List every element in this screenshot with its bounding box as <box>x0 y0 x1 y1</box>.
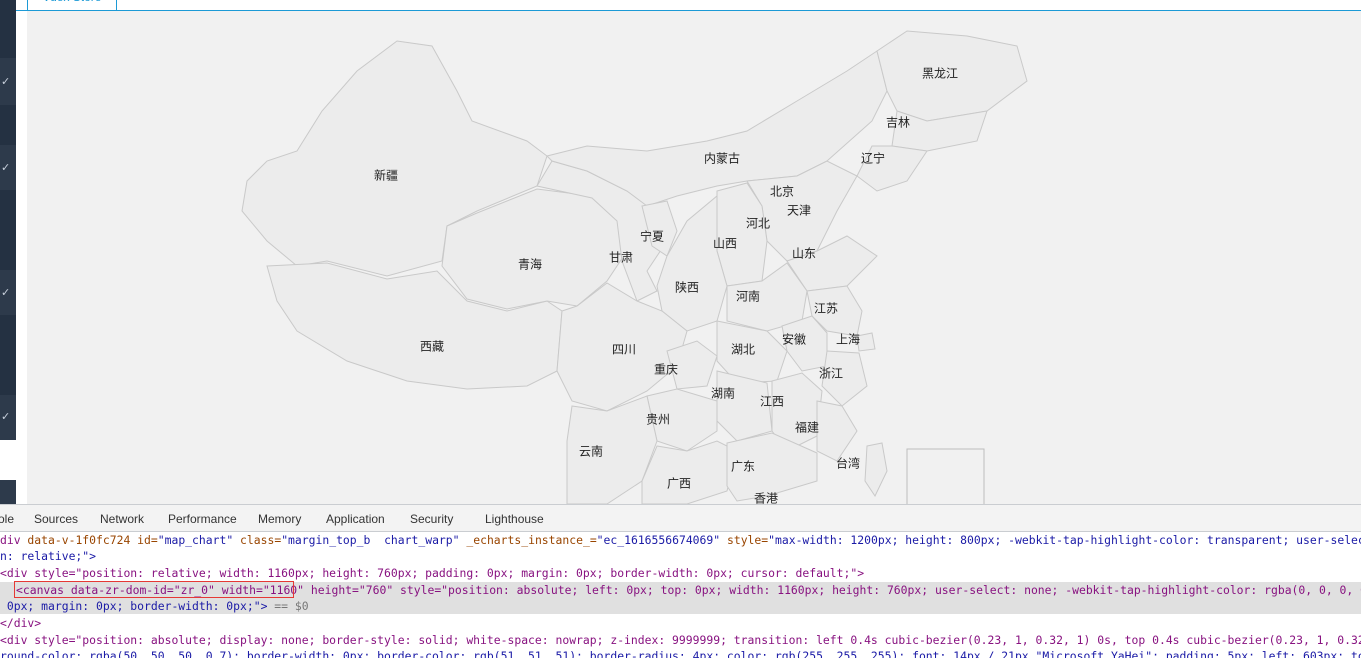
tab-performance[interactable]: Performance <box>168 512 237 526</box>
code-line[interactable]: </div> <box>0 615 41 631</box>
code-attr: style= <box>720 533 769 547</box>
province-label: 福建 <box>794 420 820 435</box>
code-line-selected[interactable]: 0px; margin: 0px; border-width: 0px;"> =… <box>0 598 1361 614</box>
check-icon: ✓ <box>1 411 11 423</box>
province-label: 北京 <box>769 184 795 199</box>
province-label: 湖北 <box>730 342 756 357</box>
code-attr: data-v-1f0fc724 <box>20 533 131 547</box>
page-tab-active[interactable]: Vuex Store <box>27 0 117 11</box>
tab-lighthouse[interactable]: Lighthouse <box>485 512 544 526</box>
code-value: "map_chart" <box>157 533 234 547</box>
province-label: 河北 <box>745 216 771 231</box>
province-label: 黑龙江 <box>921 66 959 81</box>
south-sea-inset <box>906 448 985 504</box>
province-label: 江苏 <box>813 301 839 316</box>
check-icon: ✓ <box>1 76 11 88</box>
province-fujian <box>816 400 858 462</box>
code-value: "max-width: 1200px; height: 800px; -webk… <box>768 533 1361 547</box>
province-label: 江西 <box>759 394 785 409</box>
province-label: 天津 <box>786 203 812 218</box>
province-label: 吉林 <box>885 115 911 130</box>
province-taiwan <box>864 442 888 498</box>
tab-security[interactable]: Security <box>410 512 453 526</box>
province-label: 广东 <box>730 459 756 474</box>
left-sidebar: ✓ ✓ ✓ ✓ <box>0 0 16 504</box>
code-value: "margin_top_b chart_warp" <box>281 533 460 547</box>
province-label: 陕西 <box>674 280 700 295</box>
code-line[interactable]: n: relative;"> <box>0 548 96 564</box>
code-dollar-ref: == $0 <box>267 599 309 613</box>
tab-memory[interactable]: Memory <box>258 512 301 526</box>
code-tag: div <box>0 533 21 547</box>
province-label: 安徽 <box>781 332 807 347</box>
sidebar-item[interactable] <box>0 315 16 395</box>
province-label: 山西 <box>712 236 738 251</box>
code-value: "ec_1616556674069" <box>596 533 721 547</box>
province-label: 山东 <box>791 246 817 261</box>
sidebar-item[interactable] <box>0 105 16 145</box>
province-label: 西藏 <box>419 339 445 354</box>
province-label: 湖南 <box>710 386 736 401</box>
province-label: 重庆 <box>653 362 679 377</box>
province-label: 台湾 <box>835 456 861 471</box>
code-attr: _echarts_instance_= <box>459 533 597 547</box>
annotation-highlight-box <box>14 581 294 598</box>
province-label: 四川 <box>611 342 637 357</box>
province-label: 广西 <box>666 476 692 491</box>
province-label: 甘肃 <box>608 250 634 265</box>
sidebar-item[interactable] <box>0 0 16 58</box>
tab-application[interactable]: Application <box>326 512 385 526</box>
province-label: 辽宁 <box>860 151 886 166</box>
sidebar-item[interactable] <box>0 190 16 270</box>
check-icon: ✓ <box>1 162 11 174</box>
province-label: 内蒙古 <box>703 151 741 166</box>
tab-console[interactable]: ole <box>0 512 14 526</box>
province-guangxi <box>641 440 738 504</box>
code-attr: id= <box>130 533 158 547</box>
page-tab-bar: Vuex Store <box>16 0 1361 11</box>
code-line[interactable]: div data-v-1f0fc724 id="map_chart" class… <box>0 532 1361 548</box>
code-line[interactable]: <div style="position: absolute; display:… <box>0 632 1361 648</box>
province-label: 新疆 <box>373 168 399 183</box>
code-attr: height="760" style="position: absolute; … <box>304 583 1361 597</box>
code-line[interactable]: <div style="position: relative; width: 1… <box>0 565 864 581</box>
province-label: 河南 <box>735 289 761 304</box>
province-label: 宁夏 <box>639 229 665 244</box>
china-map[interactable] <box>27 11 1361 504</box>
province-label: 云南 <box>578 444 604 459</box>
code-value: 0px; margin: 0px; border-width: 0px;"> <box>0 599 268 613</box>
check-icon: ✓ <box>1 287 11 299</box>
map-canvas[interactable] <box>27 11 1361 504</box>
sidebar-gap <box>0 440 16 480</box>
devtools-tab-bar: ole Sources Network Performance Memory A… <box>0 505 1361 532</box>
province-label: 贵州 <box>645 412 671 427</box>
tab-network[interactable]: Network <box>100 512 144 526</box>
province-label: 上海 <box>835 332 861 347</box>
province-label: 青海 <box>517 257 543 272</box>
tab-sources[interactable]: Sources <box>34 512 78 526</box>
code-attr: class= <box>233 533 282 547</box>
province-label: 浙江 <box>818 366 844 381</box>
